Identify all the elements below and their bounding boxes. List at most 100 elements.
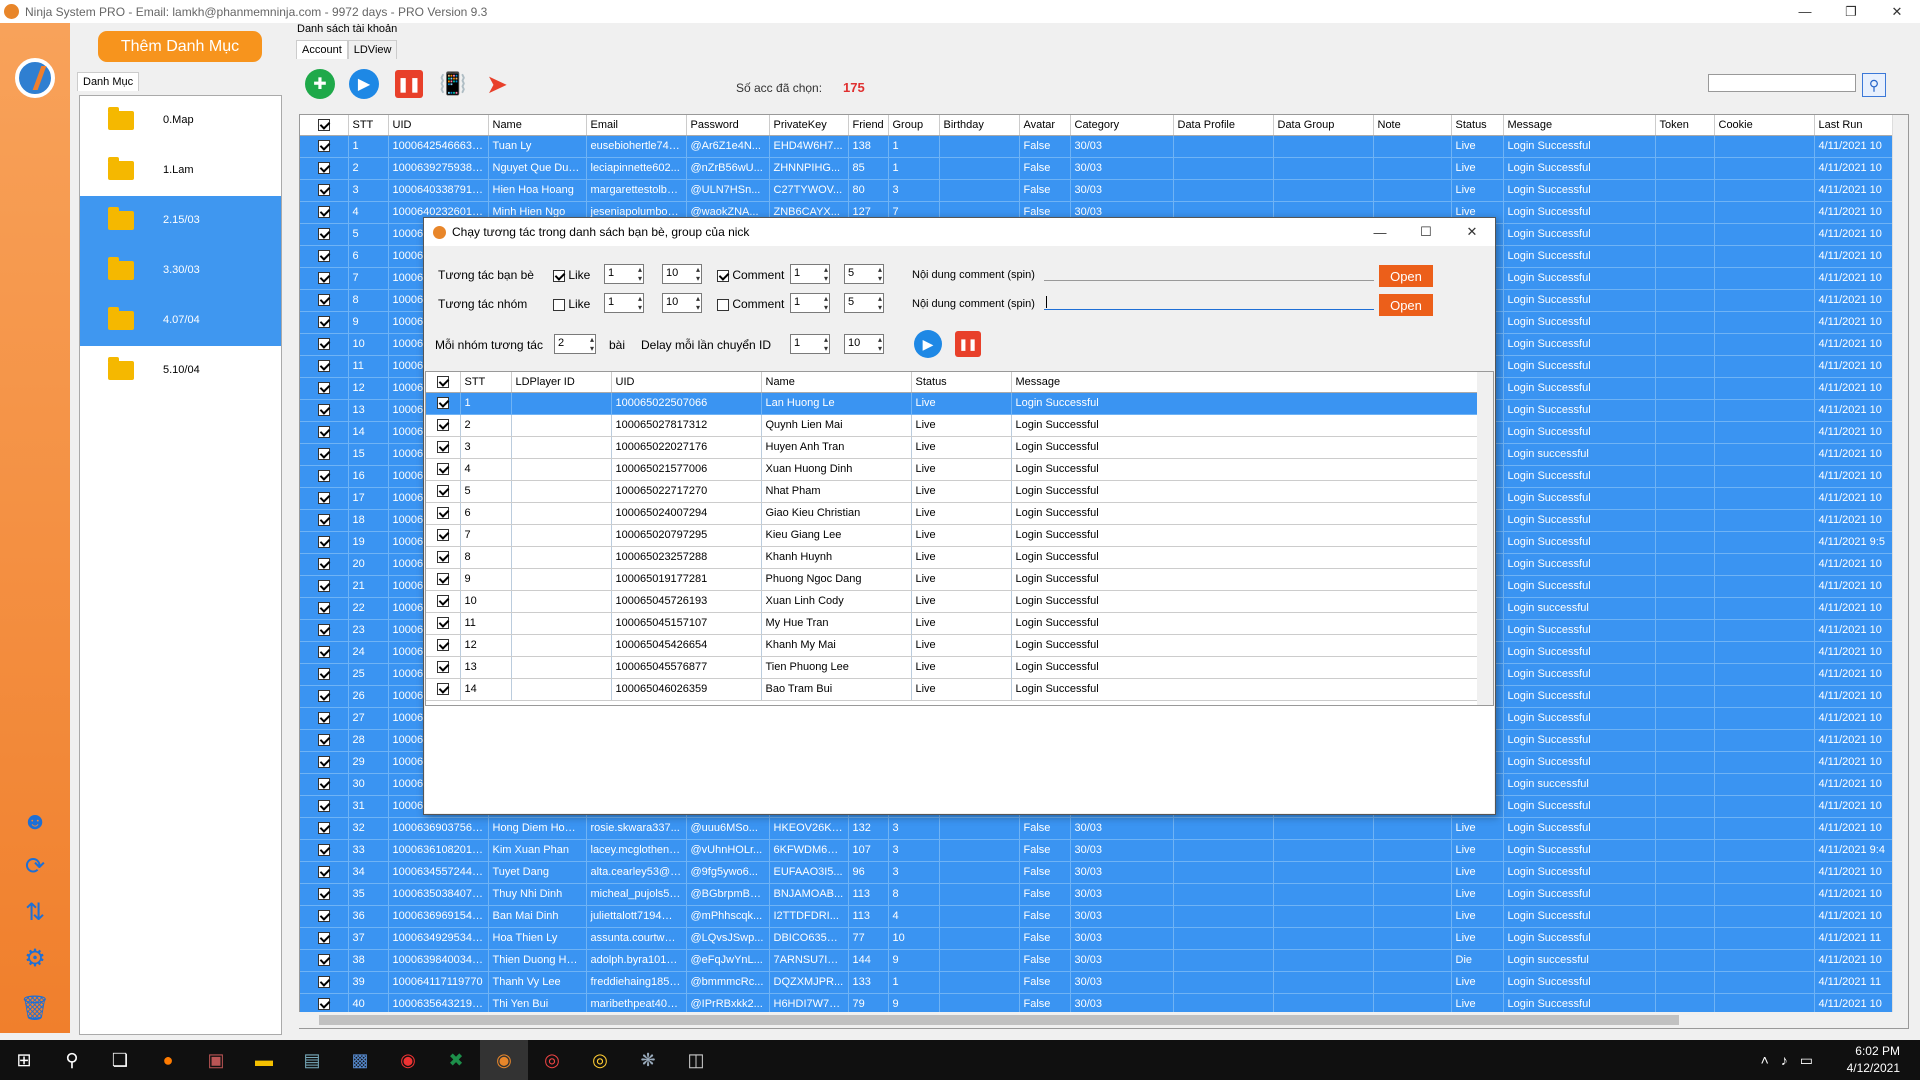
firefox-taskbar[interactable]: ● xyxy=(144,1040,192,1080)
row-checkbox[interactable] xyxy=(300,619,349,642)
row-checkbox[interactable] xyxy=(300,311,349,334)
friend-row-checkbox[interactable] xyxy=(426,634,461,657)
chrome-taskbar-1[interactable]: ◎ xyxy=(528,1040,576,1080)
per-group-input[interactable]: 2 xyxy=(554,334,596,354)
excel-taskbar[interactable]: ✖ xyxy=(432,1040,480,1080)
tab-danh-muc[interactable]: Danh Mục xyxy=(77,72,140,91)
category-item[interactable]: 4.07/04 xyxy=(80,296,281,346)
trash-icon[interactable]: 🗑 xyxy=(18,991,52,1025)
column-header[interactable]: Token xyxy=(1655,115,1715,136)
row-checkbox[interactable] xyxy=(300,883,349,906)
dialog-maximize-button[interactable]: ☐ xyxy=(1403,221,1449,244)
friend-row[interactable]: 4 100065021577006 Xuan Huong Dinh Live Login… xyxy=(426,458,1480,481)
table-row[interactable]: 38 100063984003439 Thien Duong Ho... adolph… xyxy=(300,949,1893,972)
friend-select-all-checkbox[interactable] xyxy=(426,372,461,393)
category-item[interactable]: 2.15/03 xyxy=(80,196,281,246)
friend-column-header[interactable]: LDPlayer ID xyxy=(511,372,612,393)
friend-row-checkbox[interactable] xyxy=(426,458,461,481)
select-all-checkbox[interactable] xyxy=(300,115,349,136)
friend-row-checkbox[interactable] xyxy=(426,524,461,547)
column-header[interactable]: Group xyxy=(888,115,940,136)
table-row[interactable]: 37 100063492953477 Hoa Thien Ly assunta.cou… xyxy=(300,927,1893,950)
pointer-button[interactable]: ➤ xyxy=(481,68,513,100)
friend-column-header[interactable]: STT xyxy=(460,372,512,393)
row-checkbox[interactable] xyxy=(300,817,349,840)
search-taskbar-button[interactable]: ⚲ xyxy=(48,1040,96,1080)
sort-icon[interactable]: ⇅ xyxy=(18,895,52,929)
friend-row[interactable]: 5 100065022717270 Nhat Pham Live Login Succe… xyxy=(426,480,1480,503)
category-item[interactable]: 0.Map xyxy=(80,96,281,146)
delay-min-input[interactable]: 1 xyxy=(790,334,830,354)
dialog-play-button[interactable]: ▶ xyxy=(914,330,942,358)
dialog-pause-button[interactable]: ❚❚ xyxy=(955,331,981,357)
column-header[interactable]: Email xyxy=(586,115,687,136)
settings-icon[interactable]: ⚙ xyxy=(18,941,52,975)
table-row[interactable]: 36 100063696915452 Ban Mai Dinh juliettalot… xyxy=(300,905,1893,928)
friends-comment-max[interactable]: 5 xyxy=(844,264,884,284)
ninja-taskbar[interactable]: ◉ xyxy=(480,1040,528,1080)
row-checkbox[interactable] xyxy=(300,245,349,268)
column-header[interactable]: Note xyxy=(1373,115,1452,136)
refresh-icon[interactable]: ⟳ xyxy=(18,849,52,883)
app-taskbar-1[interactable]: ▣ xyxy=(192,1040,240,1080)
friend-column-header[interactable]: Name xyxy=(761,372,912,393)
minimize-button[interactable]: — xyxy=(1782,0,1828,23)
row-checkbox[interactable] xyxy=(300,905,349,928)
table-row[interactable]: 35 100063503840755 Thuy Nhi Dinh micheal_pu… xyxy=(300,883,1893,906)
app-taskbar-3[interactable]: ▩ xyxy=(336,1040,384,1080)
friend-row-checkbox[interactable] xyxy=(426,502,461,525)
column-header[interactable]: Password xyxy=(686,115,770,136)
friend-row-checkbox[interactable] xyxy=(426,546,461,569)
friend-column-header[interactable]: Status xyxy=(911,372,1012,393)
friend-row[interactable]: 3 100065022027176 Huyen Anh Tran Live Login … xyxy=(426,436,1480,459)
row-checkbox[interactable] xyxy=(300,355,349,378)
search-input[interactable] xyxy=(1708,74,1856,92)
groups-comment-min[interactable]: 1 xyxy=(790,293,830,313)
friend-row-checkbox[interactable] xyxy=(426,414,461,437)
row-checkbox[interactable] xyxy=(300,179,349,202)
system-tray[interactable]: ˄♪▭ xyxy=(1761,1052,1825,1069)
row-checkbox[interactable] xyxy=(300,509,349,532)
row-checkbox[interactable] xyxy=(300,685,349,708)
friend-row[interactable]: 12 100065045426654 Khanh My Mai Live Login S… xyxy=(426,634,1480,657)
tab-account[interactable]: Account xyxy=(296,40,348,59)
search-button[interactable]: ⚲ xyxy=(1862,73,1886,97)
row-checkbox[interactable] xyxy=(300,839,349,862)
row-checkbox[interactable] xyxy=(300,223,349,246)
groups-comment-checkbox[interactable]: Comment xyxy=(717,297,784,311)
table-row[interactable]: 3 100064033879134 Hien Hoa Hoang margarette… xyxy=(300,179,1893,202)
users-icon[interactable]: ☻ xyxy=(18,805,52,839)
row-checkbox[interactable] xyxy=(300,487,349,510)
start-button[interactable]: ⊞ xyxy=(0,1040,48,1080)
dialog-close-button[interactable]: ✕ xyxy=(1449,221,1495,244)
column-header[interactable]: Category xyxy=(1070,115,1174,136)
friend-row[interactable]: 2 100065027817312 Quynh Lien Mai Live Login … xyxy=(426,414,1480,437)
column-header[interactable]: Message xyxy=(1503,115,1656,136)
friend-row-checkbox[interactable] xyxy=(426,678,461,701)
column-header[interactable]: Data Profile xyxy=(1173,115,1274,136)
row-checkbox[interactable] xyxy=(300,377,349,400)
phone-button[interactable]: 📳 xyxy=(437,68,469,100)
groups-like-checkbox[interactable]: Like xyxy=(553,297,590,311)
dialog-minimize-button[interactable]: — xyxy=(1357,221,1403,244)
explorer-taskbar[interactable]: ▬ xyxy=(240,1040,288,1080)
row-checkbox[interactable] xyxy=(300,135,349,158)
column-header[interactable]: STT xyxy=(348,115,389,136)
row-checkbox[interactable] xyxy=(300,157,349,180)
close-button[interactable]: ✕ xyxy=(1874,0,1920,23)
row-checkbox[interactable] xyxy=(300,289,349,312)
row-checkbox[interactable] xyxy=(300,531,349,554)
friend-column-header[interactable]: UID xyxy=(611,372,762,393)
row-checkbox[interactable] xyxy=(300,333,349,356)
app-taskbar-6[interactable]: ◫ xyxy=(672,1040,720,1080)
row-checkbox[interactable] xyxy=(300,795,349,818)
row-checkbox[interactable] xyxy=(300,773,349,796)
friend-row-checkbox[interactable] xyxy=(426,656,461,679)
column-header[interactable]: Last Run xyxy=(1814,115,1893,136)
friend-column-header[interactable]: Message xyxy=(1011,372,1480,393)
column-header[interactable]: Birthday xyxy=(939,115,1020,136)
tab-ldview[interactable]: LDView xyxy=(347,40,398,59)
row-checkbox[interactable] xyxy=(300,553,349,576)
friend-row[interactable]: 14 100065046026359 Bao Tram Bui Live Login S… xyxy=(426,678,1480,701)
row-checkbox[interactable] xyxy=(300,949,349,972)
